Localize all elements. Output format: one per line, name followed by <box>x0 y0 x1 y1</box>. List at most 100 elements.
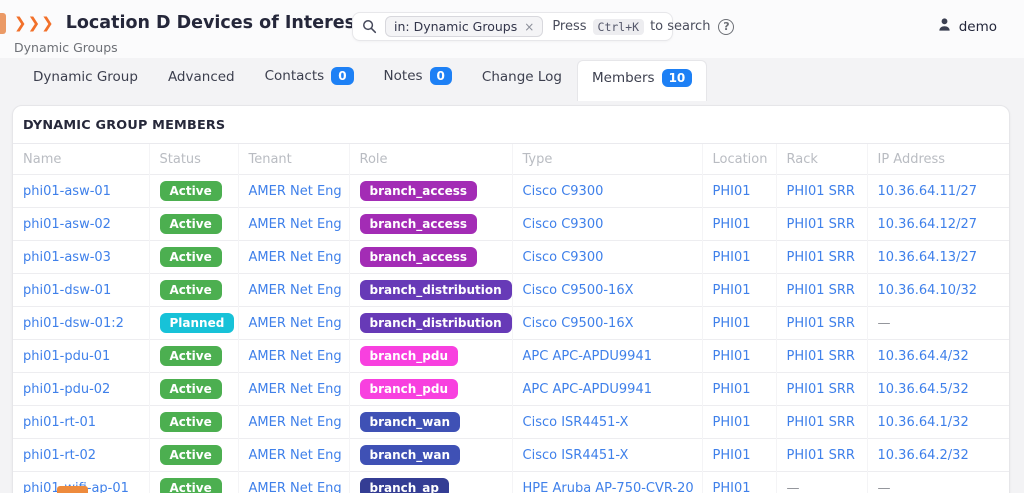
rack-link[interactable]: PHI01 SRR <box>787 415 855 430</box>
rack-link[interactable]: PHI01 SRR <box>787 217 855 232</box>
device-type-link[interactable]: Cisco C9300 <box>523 217 604 232</box>
tenant-link[interactable]: AMER Net Eng <box>249 448 342 463</box>
tenant-link[interactable]: AMER Net Eng <box>249 184 342 199</box>
device-name-link[interactable]: phi01-pdu-02 <box>23 382 110 397</box>
role-badge[interactable]: branch_pdu <box>360 379 459 399</box>
device-type-link[interactable]: HPE Aruba AP-750-CVR-20 <box>523 481 694 493</box>
device-name-link[interactable]: phi01-rt-01 <box>23 415 96 430</box>
table-row: phi01-rt-01ActiveAMER Net Engbranch_wanC… <box>13 406 1009 439</box>
tenant-link[interactable]: AMER Net Eng <box>249 250 342 265</box>
tab-change-log[interactable]: Change Log <box>467 60 577 96</box>
tab-contacts[interactable]: Contacts0 <box>250 58 369 96</box>
search-hint-suffix: to search <box>650 19 710 34</box>
column-header-location[interactable]: Location <box>702 144 776 175</box>
device-type-link[interactable]: APC APC-APDU9941 <box>523 349 653 364</box>
device-name-link[interactable]: phi01-asw-01 <box>23 184 111 199</box>
tenant-link[interactable]: AMER Net Eng <box>249 481 342 493</box>
tab-notes[interactable]: Notes0 <box>369 58 467 96</box>
status-badge: Active <box>160 478 222 493</box>
role-badge[interactable]: branch_ap <box>360 478 450 493</box>
user-menu[interactable]: demo <box>937 17 997 36</box>
ip-address-link[interactable]: 10.36.64.4/32 <box>878 349 969 364</box>
tab-members[interactable]: Members10 <box>577 60 707 101</box>
tab-advanced[interactable]: Advanced <box>153 60 250 96</box>
role-badge[interactable]: branch_pdu <box>360 346 459 366</box>
tab-dynamic-group[interactable]: Dynamic Group <box>18 60 153 96</box>
tab-label: Contacts <box>265 68 325 84</box>
location-link[interactable]: PHI01 <box>713 448 751 463</box>
status-badge: Active <box>160 247 222 267</box>
chip-close-icon[interactable]: × <box>524 20 534 34</box>
rack-link[interactable]: PHI01 SRR <box>787 349 855 364</box>
role-badge[interactable]: branch_access <box>360 247 478 267</box>
column-header-status[interactable]: Status <box>149 144 238 175</box>
role-badge[interactable]: branch_distribution <box>360 280 512 300</box>
location-link[interactable]: PHI01 <box>713 184 751 199</box>
location-link[interactable]: PHI01 <box>713 415 751 430</box>
device-type-link[interactable]: Cisco ISR4451-X <box>523 448 629 463</box>
role-badge[interactable]: branch_wan <box>360 445 461 465</box>
location-link[interactable]: PHI01 <box>713 283 751 298</box>
role-badge[interactable]: branch_access <box>360 214 478 234</box>
ip-address-link[interactable]: 10.36.64.2/32 <box>878 448 969 463</box>
column-header-rack[interactable]: Rack <box>776 144 867 175</box>
rack-link[interactable]: PHI01 SRR <box>787 250 855 265</box>
ip-address-link[interactable]: 10.36.64.1/32 <box>878 415 969 430</box>
rack-link[interactable]: PHI01 SRR <box>787 382 855 397</box>
device-name-link[interactable]: phi01-rt-02 <box>23 448 96 463</box>
tenant-link[interactable]: AMER Net Eng <box>249 217 342 232</box>
device-type-link[interactable]: Cisco ISR4451-X <box>523 415 629 430</box>
location-link[interactable]: PHI01 <box>713 349 751 364</box>
device-type-link[interactable]: Cisco C9500-16X <box>523 283 634 298</box>
device-type-link[interactable]: APC APC-APDU9941 <box>523 382 653 397</box>
column-header-name[interactable]: Name <box>13 144 149 175</box>
location-link[interactable]: PHI01 <box>713 250 751 265</box>
tenant-link[interactable]: AMER Net Eng <box>249 349 342 364</box>
role-badge[interactable]: branch_distribution <box>360 313 512 333</box>
tab-label: Members <box>592 70 655 86</box>
device-name-link[interactable]: phi01-asw-03 <box>23 250 111 265</box>
location-link[interactable]: PHI01 <box>713 382 751 397</box>
location-link[interactable]: PHI01 <box>713 217 751 232</box>
sidebar-edge-accent[interactable] <box>0 13 6 34</box>
column-header-tenant[interactable]: Tenant <box>238 144 349 175</box>
rack-link[interactable]: PHI01 SRR <box>787 184 855 199</box>
column-header-type[interactable]: Type <box>512 144 702 175</box>
search-filter-chip[interactable]: in: Dynamic Groups × <box>385 16 543 37</box>
column-header-role[interactable]: Role <box>349 144 512 175</box>
table-header-row: NameStatusTenantRoleTypeLocationRackIP A… <box>13 144 1009 175</box>
breadcrumb[interactable]: Dynamic Groups <box>14 40 118 55</box>
location-link[interactable]: PHI01 <box>713 481 751 493</box>
tenant-link[interactable]: AMER Net Eng <box>249 283 342 298</box>
location-link[interactable]: PHI01 <box>713 316 751 331</box>
ip-address-link[interactable]: 10.36.64.5/32 <box>878 382 969 397</box>
device-name-link[interactable]: phi01-dsw-01:2 <box>23 316 124 331</box>
table-body: phi01-asw-01 Active AMER Net Eng branch_acc… <box>13 175 1009 493</box>
nautobot-logo-icon[interactable]: ❯❯❯ <box>14 14 55 32</box>
ip-address-link[interactable]: 10.36.64.13/27 <box>878 250 978 265</box>
tenant-link[interactable]: AMER Net Eng <box>249 382 342 397</box>
table-row: phi01-rt-02ActiveAMER Net Engbranch_wanC… <box>13 439 1009 472</box>
ip-address-link[interactable]: 10.36.64.10/32 <box>878 283 978 298</box>
device-type-link[interactable]: Cisco C9300 <box>523 184 604 199</box>
device-name-link[interactable]: phi01-pdu-01 <box>23 349 110 364</box>
device-name-link[interactable]: phi01-dsw-01 <box>23 283 111 298</box>
ip-address-link[interactable]: 10.36.64.12/27 <box>878 217 978 232</box>
rack-link[interactable]: PHI01 SRR <box>787 316 855 331</box>
column-header-ip-address[interactable]: IP Address <box>867 144 1009 175</box>
role-badge[interactable]: branch_wan <box>360 412 461 432</box>
tab-bar: Dynamic GroupAdvancedContacts0Notes0Chan… <box>0 58 1024 96</box>
rack-link[interactable]: PHI01 SRR <box>787 283 855 298</box>
help-icon[interactable]: ? <box>718 19 734 35</box>
device-type-link[interactable]: Cisco C9300 <box>523 250 604 265</box>
tenant-link[interactable]: AMER Net Eng <box>249 316 342 331</box>
device-name-link[interactable]: phi01-asw-02 <box>23 217 111 232</box>
global-search-input[interactable]: in: Dynamic Groups × Press Ctrl+K to sea… <box>352 12 673 41</box>
ip-address-link[interactable]: 10.36.64.11/27 <box>878 184 978 199</box>
device-type-link[interactable]: Cisco C9500-16X <box>523 316 634 331</box>
members-panel: DYNAMIC GROUP MEMBERS NameStatusTenantRo… <box>12 105 1010 493</box>
role-badge[interactable]: branch_access <box>360 181 478 201</box>
tenant-link[interactable]: AMER Net Eng <box>249 415 342 430</box>
rack-link[interactable]: PHI01 SRR <box>787 448 855 463</box>
user-icon <box>937 17 952 36</box>
